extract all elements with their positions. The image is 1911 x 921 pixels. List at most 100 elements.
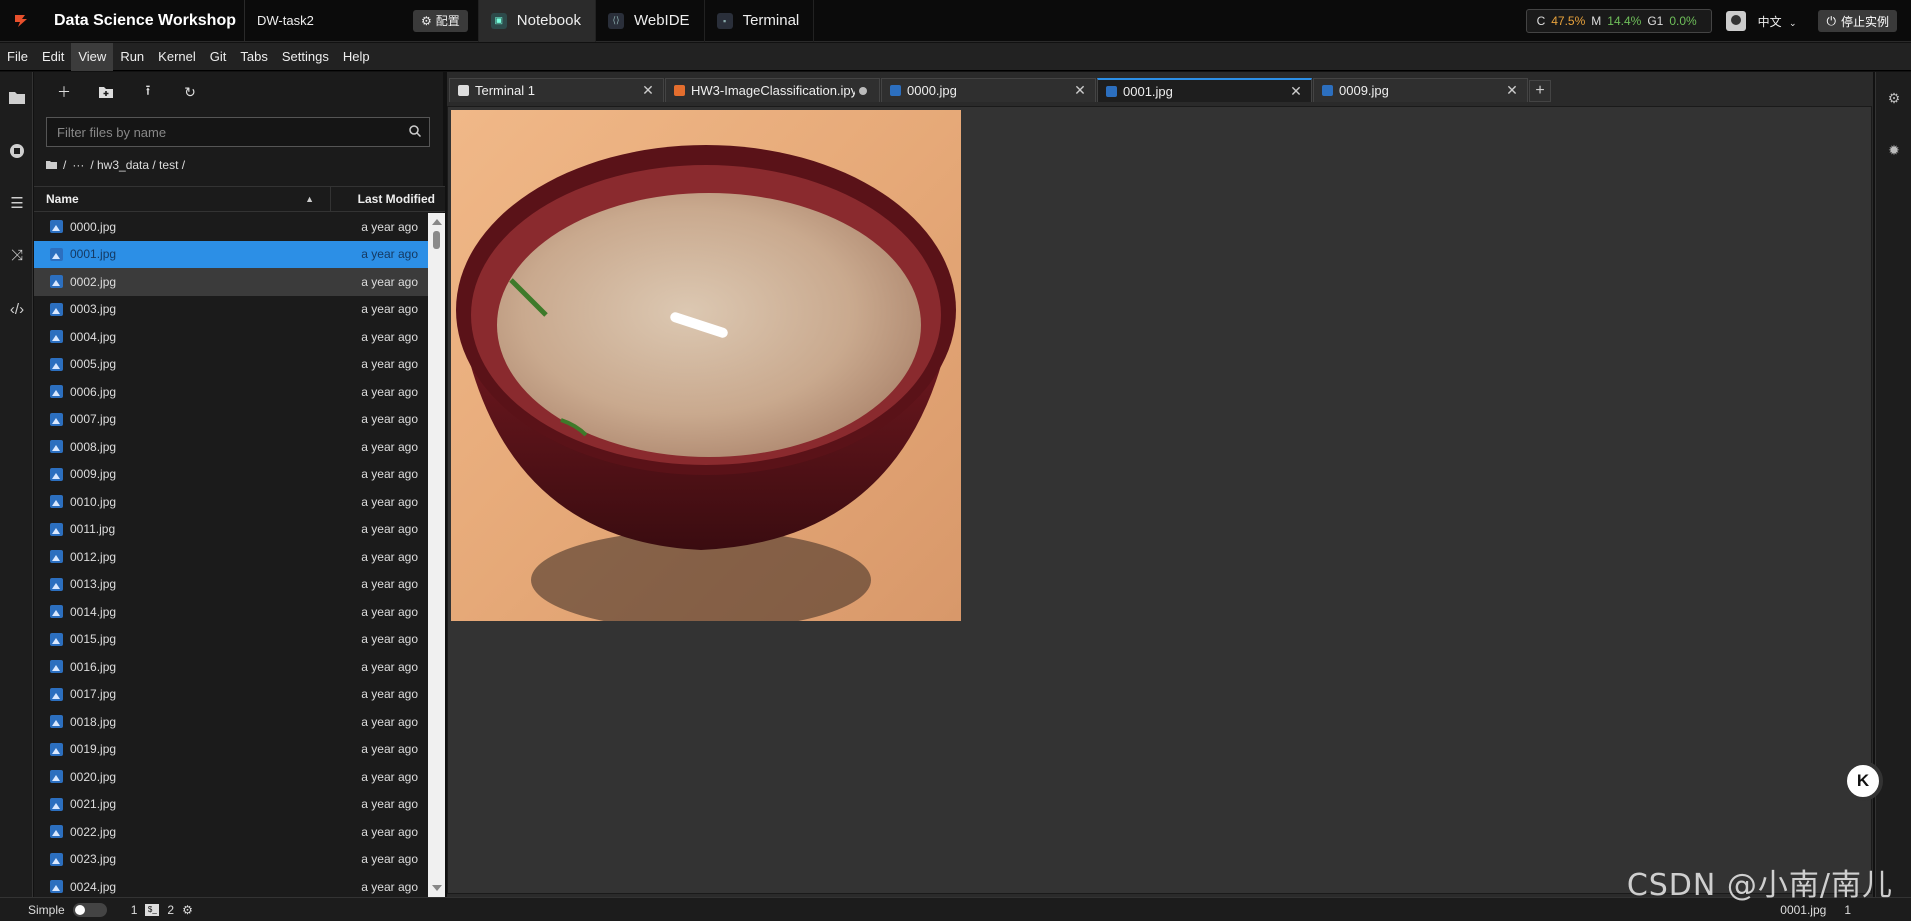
file-list-scrollbar[interactable] <box>428 213 445 897</box>
avatar[interactable] <box>1725 11 1746 31</box>
kernel-count[interactable]: 1 <box>131 903 138 917</box>
file-row[interactable]: 0002.jpg a year ago <box>34 268 428 296</box>
file-row[interactable]: 0024.jpg a year ago <box>34 873 428 897</box>
file-name: 0001.jpg <box>70 247 117 262</box>
file-row[interactable]: 0013.jpg a year ago <box>34 571 428 599</box>
resource-monitor[interactable]: C 47.5% M 14.4% G1 0.0% <box>1525 9 1712 33</box>
image-icon <box>890 85 901 96</box>
file-row[interactable]: 0015.jpg a year ago <box>34 626 428 654</box>
file-row[interactable]: 0003.jpg a year ago <box>34 296 428 324</box>
home-folder-icon[interactable] <box>46 158 57 172</box>
menu-git[interactable]: Git <box>203 43 234 71</box>
menu-run[interactable]: Run <box>113 43 151 71</box>
close-icon[interactable]: ✕ <box>641 82 655 99</box>
file-row[interactable]: 0021.jpg a year ago <box>34 791 428 819</box>
new-folder-icon[interactable] <box>96 82 116 102</box>
close-icon[interactable]: ✕ <box>1505 82 1519 99</box>
file-row[interactable]: 0005.jpg a year ago <box>34 351 428 379</box>
new-launcher-icon[interactable]: ＋ <box>54 82 74 102</box>
file-filter-input[interactable] <box>57 124 409 140</box>
menu-settings[interactable]: Settings <box>275 43 336 71</box>
scroll-up-arrow-icon[interactable] <box>432 219 442 225</box>
scroll-down-arrow-icon[interactable] <box>432 885 442 891</box>
menu-kernel[interactable]: Kernel <box>151 43 203 71</box>
close-icon[interactable]: ✕ <box>1289 83 1303 100</box>
file-row[interactable]: 0018.jpg a year ago <box>34 708 428 736</box>
menu-help[interactable]: Help <box>336 43 377 71</box>
image-file-icon <box>50 412 63 426</box>
column-last-modified[interactable]: Last Modified <box>331 192 445 206</box>
file-row[interactable]: 0019.jpg a year ago <box>34 736 428 764</box>
file-name: 0002.jpg <box>70 274 117 289</box>
document-tab[interactable]: 0009.jpg ✕ <box>1313 78 1528 102</box>
file-modified: a year ago <box>361 632 418 647</box>
document-tab[interactable]: 0001.jpg ✕ <box>1097 78 1312 102</box>
file-row[interactable]: 0016.jpg a year ago <box>34 653 428 681</box>
image-file-icon <box>50 220 63 234</box>
file-row[interactable]: 0008.jpg a year ago <box>34 433 428 461</box>
document-tab[interactable]: Terminal 1 ✕ <box>449 78 664 102</box>
file-row[interactable]: 0004.jpg a year ago <box>34 323 428 351</box>
column-name[interactable]: Name ▲ <box>34 186 331 212</box>
file-row[interactable]: 0001.jpg a year ago <box>34 240 428 268</box>
stop-instance-button[interactable]: ⏻ 停止实例 <box>1818 10 1897 32</box>
breadcrumb-ellipsis[interactable]: ··· <box>72 158 84 172</box>
file-row[interactable]: 0011.jpg a year ago <box>34 516 428 544</box>
refresh-icon[interactable]: ↻ <box>180 82 200 102</box>
table-of-contents-icon[interactable]: ☰ <box>8 194 26 212</box>
app-logo-icon[interactable] <box>0 0 42 42</box>
file-row[interactable]: 0010.jpg a year ago <box>34 488 428 516</box>
config-button[interactable]: ⚙ 配置 <box>412 9 468 32</box>
code-snippet-icon[interactable]: ‹/› <box>8 300 26 318</box>
file-row[interactable]: 0023.jpg a year ago <box>34 846 428 874</box>
file-modified: a year ago <box>361 659 418 674</box>
property-inspector-icon[interactable]: ⚙ <box>1886 90 1902 106</box>
file-filter <box>46 117 430 147</box>
menu-edit[interactable]: Edit <box>35 43 71 71</box>
file-row[interactable]: 0006.jpg a year ago <box>34 378 428 406</box>
breadcrumb-path[interactable]: / hw3_data / test / <box>90 158 185 172</box>
file-row[interactable]: 0014.jpg a year ago <box>34 598 428 626</box>
close-icon[interactable]: ✕ <box>1073 82 1087 99</box>
file-name: 0013.jpg <box>70 577 117 592</box>
menu-tabs[interactable]: Tabs <box>233 43 274 71</box>
file-row[interactable]: 0009.jpg a year ago <box>34 461 428 489</box>
file-modified: a year ago <box>361 522 418 537</box>
git-icon[interactable]: ⤨ <box>8 246 26 264</box>
add-tab-icon[interactable]: + <box>1529 80 1551 102</box>
running-kernels-icon[interactable] <box>8 142 26 160</box>
file-name: 0000.jpg <box>70 219 117 234</box>
document-tab[interactable]: HW3-ImageClassification.ipy <box>665 78 880 102</box>
file-row[interactable]: 0007.jpg a year ago <box>34 406 428 434</box>
upload-icon[interactable]: ⭱ <box>138 82 158 102</box>
breadcrumb-root[interactable]: / <box>63 158 66 172</box>
debugger-icon[interactable]: ✹ <box>1886 142 1902 158</box>
scrollbar-thumb[interactable] <box>433 231 440 249</box>
file-row[interactable]: 0012.jpg a year ago <box>34 543 428 571</box>
language-select[interactable]: 中文 ⌄ <box>1758 13 1797 30</box>
folder-icon[interactable] <box>8 88 26 106</box>
document-tab[interactable]: 0000.jpg ✕ <box>881 78 1096 102</box>
assistant-floating-icon[interactable]: K <box>1843 761 1883 801</box>
file-name: 0018.jpg <box>70 714 117 729</box>
status-bar: Simple 1 $_ 2 ⚙ 0001.jpg 1 <box>0 897 1911 921</box>
image-file-icon <box>50 825 63 839</box>
file-row[interactable]: 0000.jpg a year ago <box>34 213 428 241</box>
image-file-icon <box>50 440 63 454</box>
mode-tab-label: Terminal <box>742 12 800 29</box>
file-modified: a year ago <box>361 687 418 702</box>
terminal-count[interactable]: 2 <box>167 903 174 917</box>
mode-tab-webide[interactable]: ⟨⟩ WebIDE <box>594 0 704 42</box>
file-row[interactable]: 0022.jpg a year ago <box>34 818 428 846</box>
mode-tab-terminal[interactable]: ▪ Terminal <box>703 0 815 42</box>
mem-label: M <box>1591 14 1602 28</box>
menu-view[interactable]: View <box>71 42 114 71</box>
file-row[interactable]: 0017.jpg a year ago <box>34 681 428 709</box>
simple-mode-toggle[interactable] <box>72 902 107 917</box>
settings-gear-icon[interactable]: ⚙ <box>182 903 193 917</box>
file-modified: a year ago <box>361 769 418 784</box>
notebook-icon <box>674 85 685 96</box>
mode-tab-notebook[interactable]: ▣ Notebook <box>477 0 595 42</box>
file-row[interactable]: 0020.jpg a year ago <box>34 763 428 791</box>
menu-file[interactable]: File <box>0 43 35 71</box>
